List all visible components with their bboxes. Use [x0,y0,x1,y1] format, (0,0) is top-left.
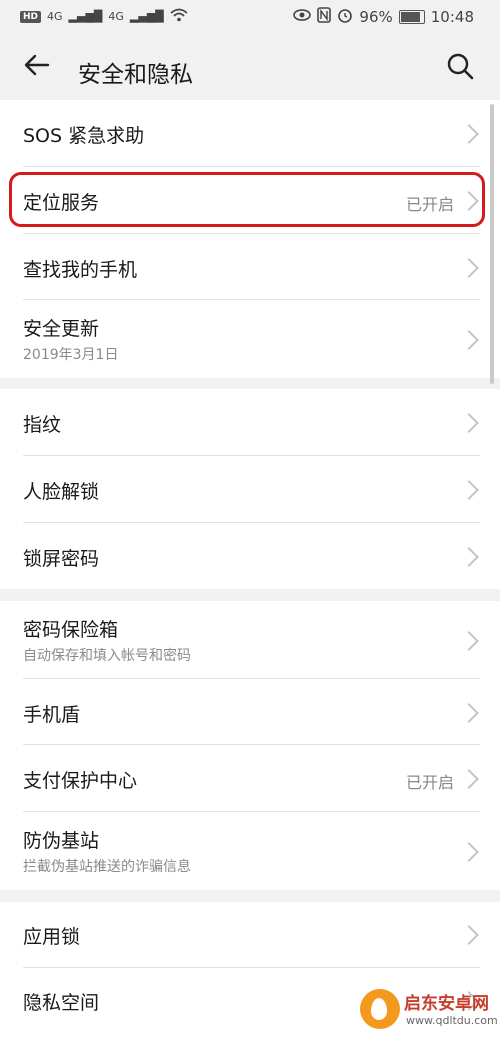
list-item-sos[interactable]: SOS 紧急求助 [0,100,500,167]
item-label: 支付保护中心 [23,770,138,792]
item-label: 查找我的手机 [23,259,138,281]
status-text: 已开启 [405,773,454,792]
list-item-phone-shield[interactable]: 手机盾 [0,679,500,745]
item-subtitle: 拦截伪基站推送的诈骗信息 [23,859,191,875]
chevron-right-icon [459,480,479,500]
chevron-right-icon [459,703,479,723]
hd-badge: HD [20,10,42,23]
signal-2-label: 4G [108,10,124,23]
status-bar: HD 4G ▂▄▆█ 4G ▂▄▆█ 96% 10:48 [0,0,500,36]
chevron-right-icon [459,925,479,945]
settings-group-1: SOS 紧急求助 定位服务 已开启 查找我的手机 安全更新 2019年3月1日 [0,100,500,378]
item-label: 密码保险箱 [23,619,119,641]
clock: 10:48 [430,8,474,26]
page-title: 安全和隐私 [78,62,193,88]
item-label: 指纹 [23,414,62,436]
chevron-right-icon [459,413,479,433]
item-label: 手机盾 [23,704,81,726]
scrollbar[interactable] [490,104,494,384]
status-left: HD 4G ▂▄▆█ 4G ▂▄▆█ [20,8,188,25]
search-icon[interactable] [446,52,474,80]
item-label: 应用锁 [23,926,81,948]
chevron-right-icon [459,547,479,567]
list-item-lock-password[interactable]: 锁屏密码 [0,523,500,589]
chevron-right-icon [459,769,479,789]
item-label: 隐私空间 [23,992,100,1014]
alarm-icon [337,7,353,27]
eye-icon [293,8,312,26]
watermark-url: www.qdltdu.com [406,1014,498,1027]
chevron-right-icon [459,330,479,350]
watermark: 启东安卓网 www.qdltdu.com [360,983,498,1037]
wifi-icon [170,8,188,25]
list-item-payment-protection[interactable]: 支付保护中心 已开启 [0,745,500,812]
nfc-icon [317,7,332,27]
item-label: SOS 紧急求助 [23,125,145,147]
watermark-logo-icon [360,989,400,1029]
highlight-box [9,172,485,227]
status-right: 96% 10:48 [293,7,474,27]
item-label: 锁屏密码 [23,548,100,570]
list-item-fake-base-station[interactable]: 防伪基站 拦截伪基站推送的诈骗信息 [0,812,500,890]
chevron-right-icon [459,258,479,278]
settings-group-2: 指纹 人脸解锁 锁屏密码 [0,389,500,589]
battery-percent: 96% [359,8,393,26]
list-item-find-phone[interactable]: 查找我的手机 [0,234,500,300]
list-item-face-unlock[interactable]: 人脸解锁 [0,456,500,523]
chevron-right-icon [459,842,479,862]
app-bar: 安全和隐私 [0,36,500,100]
item-subtitle: 自动保存和填入帐号和密码 [23,648,191,664]
item-subtitle: 2019年3月1日 [23,347,119,363]
watermark-name: 启东安卓网 [404,994,489,1014]
settings-group-3: 密码保险箱 自动保存和填入帐号和密码 手机盾 支付保护中心 已开启 防伪基站 拦… [0,601,500,890]
list-item-security-update[interactable]: 安全更新 2019年3月1日 [0,300,500,378]
chevron-right-icon [459,124,479,144]
list-item-app-lock[interactable]: 应用锁 [0,902,500,968]
signal-icon: ▂▄▆█ [129,10,164,23]
battery-icon [398,10,425,24]
list-item-password-vault[interactable]: 密码保险箱 自动保存和填入帐号和密码 [0,601,500,679]
item-label: 人脸解锁 [23,481,100,503]
list-item-fingerprint[interactable]: 指纹 [0,389,500,456]
item-label: 安全更新 [23,318,100,340]
signal-1-label: 4G [47,10,63,23]
item-label: 防伪基站 [23,830,100,852]
chevron-right-icon [459,631,479,651]
signal-icon: ▂▄▆█ [68,10,103,23]
back-arrow-icon[interactable] [22,50,52,86]
